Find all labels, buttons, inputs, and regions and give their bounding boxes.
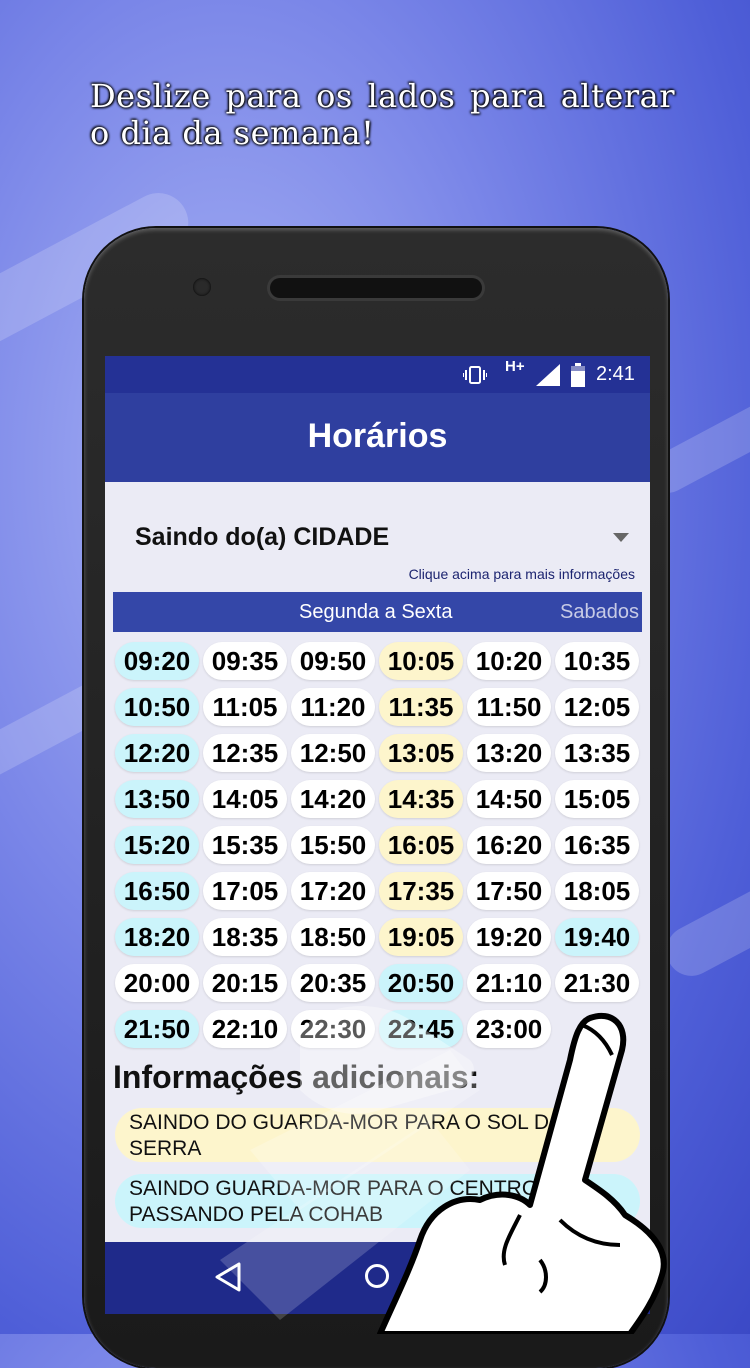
route-dropdown[interactable]: Saindo do(a) CIDADE [135, 521, 635, 561]
departure-time[interactable]: 11:20 [291, 688, 375, 726]
info-title: Informações adicionais: [113, 1059, 480, 1095]
departure-time[interactable]: 10:20 [467, 642, 551, 680]
departure-time[interactable]: 19:05 [379, 918, 463, 956]
departure-time[interactable]: 12:05 [555, 688, 639, 726]
departure-time[interactable]: 19:20 [467, 918, 551, 956]
home-icon[interactable] [365, 1264, 389, 1288]
route-dropdown-value: Saindo do(a) CIDADE [135, 523, 390, 551]
departure-time[interactable]: 17:50 [467, 872, 551, 910]
departure-time[interactable]: 15:35 [203, 826, 287, 864]
departure-time[interactable]: 17:20 [291, 872, 375, 910]
departure-time[interactable]: 19:40 [555, 918, 639, 956]
info-item[interactable]: SAINDO DO GUARDA-MOR PARA O SOL DA SERRA [115, 1108, 640, 1162]
departure-time[interactable]: 16:35 [555, 826, 639, 864]
departure-time[interactable]: 18:20 [115, 918, 199, 956]
background-decoration [657, 865, 750, 985]
status-time: 2:41 [596, 363, 635, 385]
departure-time[interactable]: 17:35 [379, 872, 463, 910]
app-screen: H+ 2:41 Horários Saindo do(a) CIDADE Cli… [105, 356, 650, 1314]
back-icon[interactable] [215, 1262, 241, 1300]
departure-time[interactable]: 20:00 [115, 964, 199, 1002]
departure-time[interactable]: 10:05 [379, 642, 463, 680]
navigation-bar [105, 1242, 650, 1314]
departure-time[interactable]: 09:50 [291, 642, 375, 680]
departure-time[interactable]: 13:35 [555, 734, 639, 772]
departure-time[interactable]: 16:20 [467, 826, 551, 864]
departure-time[interactable]: 22:45 [379, 1010, 463, 1048]
departure-time[interactable]: 23:00 [467, 1010, 551, 1048]
departure-time[interactable]: 14:50 [467, 780, 551, 818]
departure-time[interactable]: 11:35 [379, 688, 463, 726]
vibrate-icon [463, 356, 487, 393]
battery-icon [571, 356, 585, 393]
departure-time[interactable]: 10:50 [115, 688, 199, 726]
promo-headline: Deslize para os lados para alterar o dia… [90, 77, 675, 152]
departure-time[interactable]: 17:05 [203, 872, 287, 910]
departure-time[interactable]: 20:35 [291, 964, 375, 1002]
network-type: H+ [505, 358, 525, 375]
departure-time[interactable]: 18:50 [291, 918, 375, 956]
dropdown-arrow-icon [613, 533, 629, 542]
departure-time[interactable]: 18:05 [555, 872, 639, 910]
departure-time[interactable]: 13:20 [467, 734, 551, 772]
departure-time[interactable]: 20:15 [203, 964, 287, 1002]
departure-time[interactable]: 14:35 [379, 780, 463, 818]
departure-time[interactable]: 20:50 [379, 964, 463, 1002]
status-bar: H+ 2:41 [105, 356, 650, 393]
departure-time[interactable]: 21:30 [555, 964, 639, 1002]
departure-time[interactable]: 15:50 [291, 826, 375, 864]
info-item[interactable]: SAINDO GUARDA-MOR PARA O CENTRO E PASSAN… [115, 1174, 640, 1228]
page-title: Horários [307, 417, 448, 455]
departure-time[interactable]: 11:05 [203, 688, 287, 726]
day-tabs: Segunda a Sexta Sabados [113, 592, 642, 632]
departure-time[interactable]: 22:10 [203, 1010, 287, 1048]
departure-time[interactable]: 14:20 [291, 780, 375, 818]
departure-time[interactable]: 13:50 [115, 780, 199, 818]
departure-time[interactable]: 21:50 [115, 1010, 199, 1048]
departure-time[interactable]: 15:20 [115, 826, 199, 864]
departure-time[interactable]: 14:05 [203, 780, 287, 818]
timetable-grid: 09:20 09:35 09:50 10:05 10:20 10:35 10:50 11:05… [115, 642, 640, 1048]
departure-time[interactable]: 16:05 [379, 826, 463, 864]
departure-time[interactable]: 22:30 [291, 1010, 375, 1048]
departure-time[interactable]: 09:35 [203, 642, 287, 680]
departure-time[interactable]: 09:20 [115, 642, 199, 680]
departure-time[interactable]: 12:50 [291, 734, 375, 772]
recent-apps-icon[interactable] [519, 1266, 541, 1288]
departure-time[interactable]: 12:35 [203, 734, 287, 772]
signal-icon [536, 356, 560, 393]
app-bar: Horários [105, 393, 650, 482]
departure-time[interactable]: 16:50 [115, 872, 199, 910]
departure-time[interactable]: 18:35 [203, 918, 287, 956]
departure-time[interactable]: 15:05 [555, 780, 639, 818]
route-hint: Clique acima para mais informações [408, 566, 635, 582]
tab-saturday[interactable]: Sabados [560, 601, 639, 624]
departure-time[interactable]: 11:50 [467, 688, 551, 726]
tab-weekdays[interactable]: Segunda a Sexta [299, 601, 452, 624]
front-camera [193, 278, 211, 296]
departure-time[interactable]: 13:05 [379, 734, 463, 772]
departure-time[interactable]: 21:10 [467, 964, 551, 1002]
departure-time[interactable]: 12:20 [115, 734, 199, 772]
earpiece-speaker [270, 278, 482, 298]
departure-time[interactable]: 10:35 [555, 642, 639, 680]
